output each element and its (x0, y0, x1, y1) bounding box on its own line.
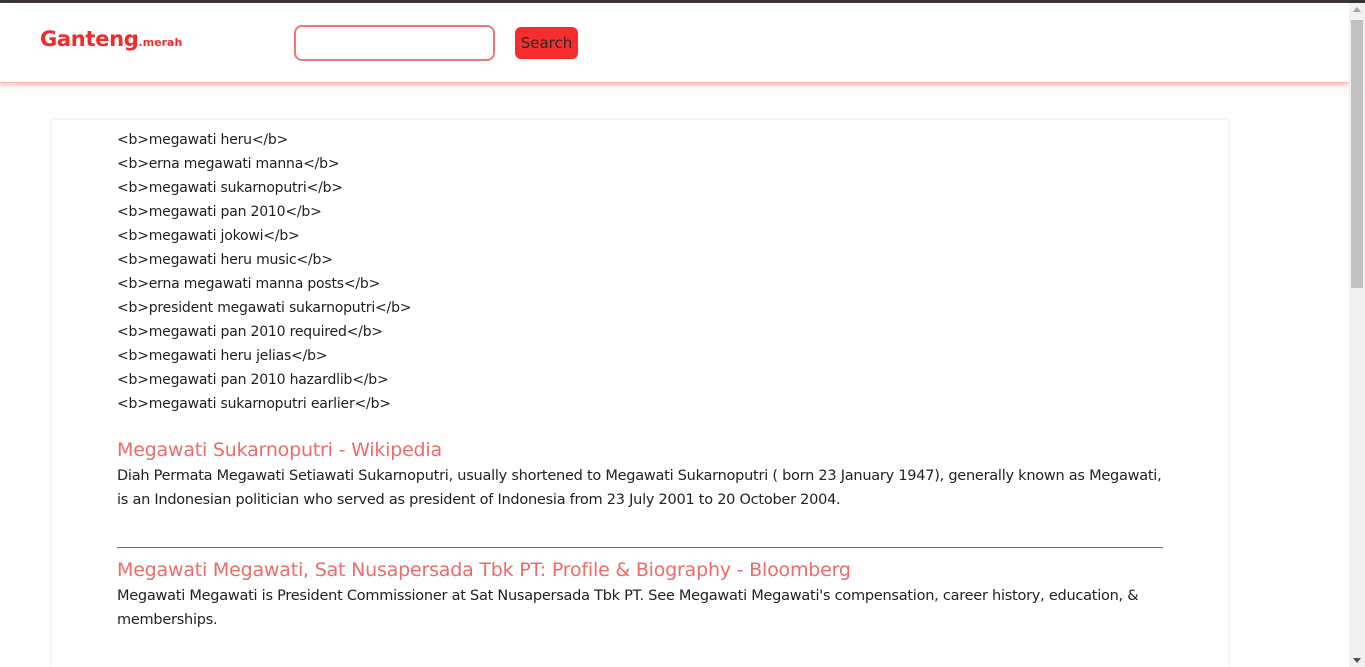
site-logo[interactable]: Ganteng.merah (40, 27, 182, 51)
result-snippet: Megawati Megawati is President Commissio… (117, 588, 1139, 628)
search-result: Megawati Sukarnoputri - Wikipedia Diah P… (117, 436, 1163, 548)
scroll-down-arrow-icon[interactable] (1353, 658, 1361, 663)
logo-sub-text: .merah (138, 36, 183, 49)
vertical-scrollbar[interactable] (1349, 3, 1365, 667)
search-button[interactable]: Search (515, 27, 578, 59)
scrollbar-thumb[interactable] (1351, 20, 1363, 288)
related-search-item[interactable]: <b>erna megawati manna posts</b> (117, 272, 1163, 296)
search-result: Megawati Megawati, Sat Nusapersada Tbk P… (117, 556, 1163, 667)
related-searches-list: <b>megawati heru</b> <b>erna megawati ma… (117, 128, 1163, 416)
result-divider (117, 547, 1163, 548)
result-title-link[interactable]: Megawati Sukarnoputri - Wikipedia (117, 436, 1163, 464)
related-search-item[interactable]: <b>megawati heru jelias</b> (117, 344, 1163, 368)
related-search-item[interactable]: <b>erna megawati manna</b> (117, 152, 1163, 176)
related-search-item[interactable]: <b>megawati pan 2010</b> (117, 200, 1163, 224)
related-search-item[interactable]: <b>megawati jokowi</b> (117, 224, 1163, 248)
related-search-item[interactable]: <b>megawati pan 2010 required</b> (117, 320, 1163, 344)
related-search-item[interactable]: <b>megawati heru</b> (117, 128, 1163, 152)
logo-main-text: Ganteng (40, 27, 139, 51)
search-input[interactable] (294, 25, 495, 61)
related-search-item[interactable]: <b>megawati sukarnoputri</b> (117, 176, 1163, 200)
related-search-item[interactable]: <b>megawati heru music</b> (117, 248, 1163, 272)
related-search-item[interactable]: <b>president megawati sukarnoputri</b> (117, 296, 1163, 320)
related-search-item[interactable]: <b>megawati pan 2010 hazardlib</b> (117, 368, 1163, 392)
result-snippet: Diah Permata Megawati Setiawati Sukarnop… (117, 468, 1162, 508)
site-header: Ganteng.merah Search (0, 3, 1349, 83)
results-panel: <b>megawati heru</b> <b>erna megawati ma… (52, 120, 1228, 667)
result-title-link[interactable]: Megawati Megawati, Sat Nusapersada Tbk P… (117, 556, 1163, 584)
related-search-item[interactable]: <b>megawati sukarnoputri earlier</b> (117, 392, 1163, 416)
scroll-up-arrow-icon[interactable] (1353, 7, 1361, 12)
